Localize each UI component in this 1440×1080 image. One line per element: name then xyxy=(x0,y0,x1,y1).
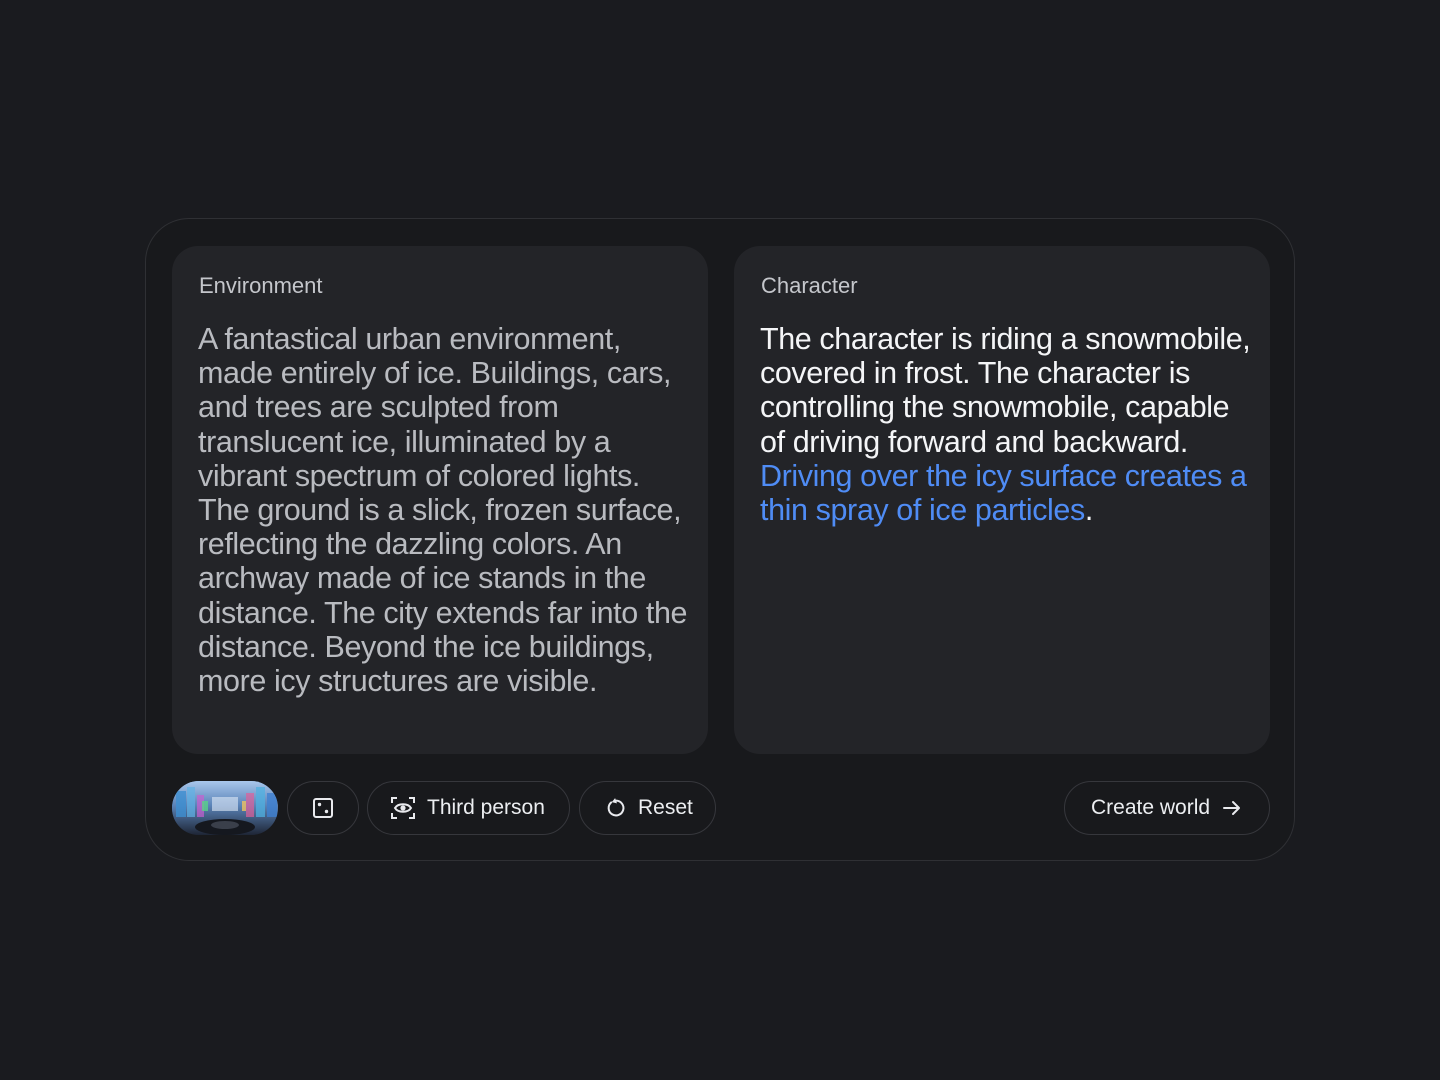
character-panel[interactable]: Character The character is riding a snow… xyxy=(734,246,1270,754)
refresh-icon xyxy=(605,797,627,819)
random-dice-button[interactable] xyxy=(287,781,359,835)
reset-button[interactable]: Reset xyxy=(579,781,716,835)
character-text-highlight: Driving over the icy surface creates a t… xyxy=(760,458,1247,528)
character-text[interactable]: The character is riding a snowmobile, co… xyxy=(760,322,1260,527)
create-world-button[interactable]: Create world xyxy=(1064,781,1270,835)
reset-label: Reset xyxy=(638,796,693,819)
character-label: Character xyxy=(761,273,858,298)
arrow-right-icon xyxy=(1222,798,1242,818)
character-text-end: . xyxy=(1084,493,1093,528)
third-person-label: Third person xyxy=(427,796,545,819)
character-text-main: The character is riding a snowmobile, co… xyxy=(760,322,1251,459)
eye-view-icon xyxy=(390,796,416,820)
preview-thumbnail[interactable] xyxy=(172,781,278,835)
world-builder-card: Environment A fantastical urban environm… xyxy=(145,218,1295,861)
third-person-button[interactable]: Third person xyxy=(367,781,570,835)
environment-panel[interactable]: Environment A fantastical urban environm… xyxy=(172,246,708,754)
dice-icon xyxy=(312,797,334,819)
environment-text[interactable]: A fantastical urban environment, made en… xyxy=(198,322,698,698)
preview-image xyxy=(172,781,278,835)
create-world-label: Create world xyxy=(1091,796,1211,819)
environment-label: Environment xyxy=(199,273,323,298)
